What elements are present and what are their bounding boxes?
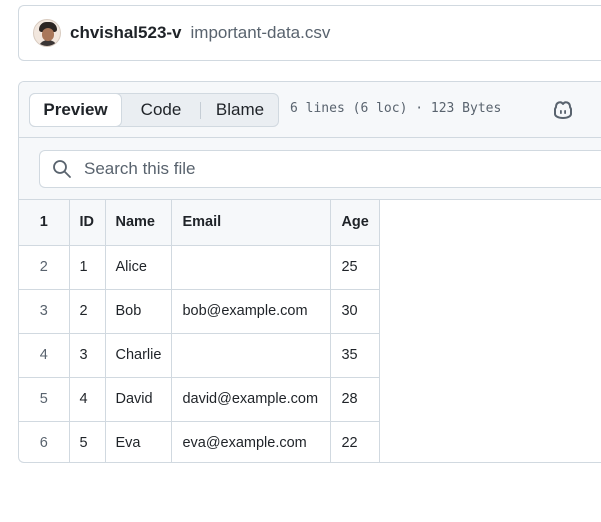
- cell-id: 1: [68, 244, 106, 290]
- cell-id: 5: [68, 420, 106, 462]
- tab-preview[interactable]: Preview: [29, 93, 122, 127]
- file-name: important-data.csv: [190, 23, 331, 42]
- cell-age: 35: [330, 332, 380, 378]
- line-number[interactable]: 4: [19, 332, 70, 378]
- table-row: 2 1 Alice 25: [19, 244, 380, 290]
- cell-name: Bob: [104, 288, 173, 334]
- cell-id: 4: [68, 376, 106, 422]
- cell-email: eva@example.com: [171, 420, 332, 462]
- csv-table: 1 ID Name Email Age 2 1 Alice 25 3 2 Bob…: [19, 200, 380, 462]
- cell-age: 22: [330, 420, 380, 462]
- line-number[interactable]: 5: [19, 376, 70, 422]
- cell-age: 25: [330, 244, 380, 290]
- table-row: 4 3 Charlie 35: [19, 332, 380, 378]
- cell-name: Eva: [104, 420, 173, 462]
- file-info: 6 lines (6 loc) · 123 Bytes: [290, 101, 502, 116]
- column-header-age: Age: [330, 200, 380, 246]
- line-number[interactable]: 6: [19, 420, 70, 462]
- line-number[interactable]: 3: [19, 288, 70, 334]
- cell-id: 2: [68, 288, 106, 334]
- cell-name: Charlie: [104, 332, 173, 378]
- line-number[interactable]: 1: [19, 200, 70, 246]
- search-box[interactable]: [39, 150, 601, 188]
- avatar[interactable]: [33, 19, 61, 47]
- search-area: [19, 138, 601, 200]
- file-panel: Preview Code Blame 6 lines (6 loc) · 123…: [18, 81, 601, 463]
- column-header-email: Email: [171, 200, 332, 246]
- file-toolbar: Preview Code Blame 6 lines (6 loc) · 123…: [19, 82, 601, 138]
- search-input[interactable]: [82, 158, 562, 180]
- tab-code[interactable]: Code: [122, 93, 200, 127]
- owner-link[interactable]: chvishal523-v: [70, 23, 182, 43]
- search-icon: [53, 160, 71, 178]
- line-number[interactable]: 2: [19, 244, 70, 290]
- cell-email: david@example.com: [171, 376, 332, 422]
- table-header-row: 1 ID Name Email Age: [19, 200, 380, 246]
- cell-email: [171, 244, 332, 290]
- cell-age: 28: [330, 376, 380, 422]
- cell-id: 3: [68, 332, 106, 378]
- cell-email: bob@example.com: [171, 288, 332, 334]
- view-mode-switch: Preview Code Blame: [29, 93, 279, 127]
- cell-age: 30: [330, 288, 380, 334]
- file-header: chvishal523-v important-data.csv: [18, 5, 601, 61]
- cell-email: [171, 332, 332, 378]
- tab-blame[interactable]: Blame: [201, 93, 279, 127]
- cell-name: Alice: [104, 244, 173, 290]
- table-row: 5 4 David david@example.com 28: [19, 376, 380, 422]
- cell-name: David: [104, 376, 173, 422]
- column-header-id: ID: [68, 200, 106, 246]
- column-header-name: Name: [104, 200, 173, 246]
- table-row: 6 5 Eva eva@example.com 22: [19, 420, 380, 462]
- copilot-icon[interactable]: [552, 99, 576, 121]
- table-row: 3 2 Bob bob@example.com 30: [19, 288, 380, 334]
